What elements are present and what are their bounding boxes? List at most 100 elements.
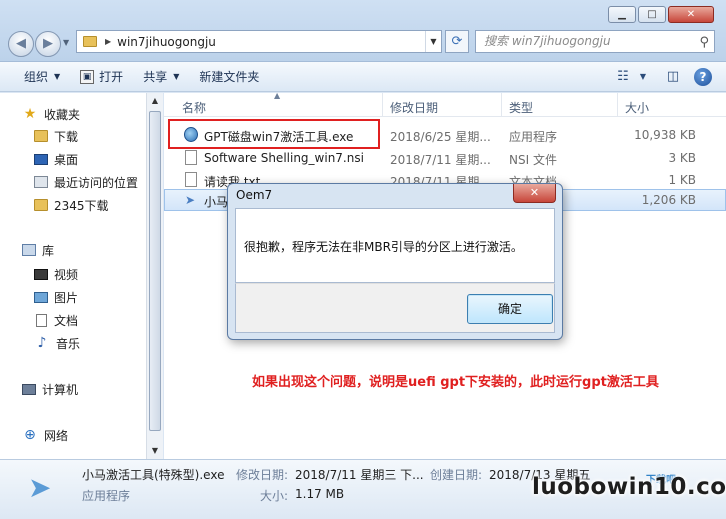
star-icon: ★ [23,106,37,122]
details-modified-value: 2018/7/11 星期三 下... [295,468,424,482]
address-bar[interactable]: ▶ win7jihuogongju ▼ [76,30,442,53]
chevron-down-icon: ▼ [173,71,180,81]
share-menu[interactable]: 共享 ▼ [133,65,189,89]
sort-ascending-icon: ▲ [274,91,281,100]
details-size-label: 大小: [260,489,289,503]
preview-pane-icon[interactable]: ◫ [660,65,686,89]
file-size: 3 KB [668,151,696,165]
scroll-up-icon[interactable]: ▲ [147,93,163,109]
details-modified-label: 修改日期: [236,468,289,482]
sidebar-item-label: 库 [42,243,55,258]
folder-icon [34,199,48,211]
desktop-icon [34,153,48,165]
view-options-icon[interactable]: ☷ [610,65,636,89]
folder-icon [83,36,97,47]
document-icon [36,313,47,327]
watermark-text: luobowin10.com [532,474,726,500]
sidebar-item-label: 计算机 [42,382,79,397]
music-icon: ♪ [37,335,47,351]
maximize-button[interactable]: □ [638,6,666,23]
recent-places-icon [34,176,48,188]
paper-plane-icon: ➤ [28,471,52,504]
scrollbar-thumb[interactable] [149,111,161,431]
sidebar-item-libraries[interactable]: 库 [22,240,54,260]
file-size: 1 KB [668,173,696,187]
close-button[interactable]: ✕ [668,6,714,23]
organize-label: 组织 [24,69,49,84]
file-name: Software Shelling_win7.nsi [204,151,364,165]
breadcrumb-path[interactable]: win7jihuogongju [117,35,216,49]
view-dropdown-icon[interactable]: ▼ [636,65,650,89]
sidebar-item-label: 图片 [54,290,79,305]
organize-menu[interactable]: 组织 ▼ [14,65,70,89]
column-header-date[interactable]: 修改日期 [390,99,438,116]
address-dropdown-icon[interactable]: ▼ [425,31,441,52]
scroll-down-icon[interactable]: ▼ [147,443,163,459]
sidebar-item-network[interactable]: ⊕ 网络 [22,425,68,445]
sidebar-item-label: 收藏夹 [44,107,81,122]
help-icon[interactable]: ? [694,68,712,86]
dialog-title: Oem7 [236,188,273,202]
command-toolbar: 组织 ▼ ▣ 打开 共享 ▼ 新建文件夹 ☷ ▼ ◫ ? [0,62,726,92]
computer-icon [22,383,36,395]
picture-icon [34,291,48,303]
sidebar-item-documents[interactable]: 文档 [34,310,78,330]
column-header-name[interactable]: 名称 [182,99,206,116]
sidebar-scrollbar[interactable]: ▲ ▼ [146,93,163,459]
column-header-size[interactable]: 大小 [625,99,649,116]
details-size-value: 1.17 MB [295,487,345,501]
sidebar-item-favorites[interactable]: ★ 收藏夹 [22,104,80,124]
highlight-box [168,119,380,149]
new-folder-button[interactable]: 新建文件夹 [189,65,269,89]
sidebar-item-label: 网络 [44,428,69,443]
column-headers: 名称 ▲ 修改日期 类型 大小 [164,91,726,117]
chevron-down-icon: ▼ [54,71,61,81]
refresh-button[interactable]: ⟳ [445,30,469,53]
open-button[interactable]: ▣ 打开 [70,65,133,89]
file-type: 应用程序 [509,130,558,144]
sidebar-item-downloads[interactable]: 下载 [34,126,78,146]
file-size: 1,206 KB [641,193,696,207]
file-date: 2018/7/11 星期... [390,153,491,167]
folder-icon [34,130,48,142]
breadcrumb-arrow-icon[interactable]: ▶ [105,37,111,46]
sidebar-item-2345-downloads[interactable]: 2345下载 [34,195,109,215]
sidebar-item-label: 文档 [54,313,79,328]
search-icon[interactable]: ⚲ [699,32,709,53]
search-input[interactable]: 搜索 win7jihuogongju ⚲ [475,30,715,53]
details-kind: 应用程序 [82,489,131,503]
sidebar-item-pictures[interactable]: 图片 [34,287,78,307]
sidebar-item-recent[interactable]: 最近访问的位置 [34,172,138,192]
history-dropdown-icon[interactable]: ▼ [63,38,69,47]
minimize-button[interactable]: ▁ [608,6,636,23]
back-button[interactable]: ◀ [8,31,34,57]
table-row[interactable]: Software Shelling_win7.nsi 2018/7/11 星期.… [164,147,726,169]
annotation-text: 如果出现这个问题，说明是uefi gpt下安装的，此时运行gpt激活工具 [252,375,659,390]
column-header-type[interactable]: 类型 [509,99,533,116]
text-file-icon [185,172,197,187]
dialog-close-button[interactable]: ✕ [513,184,556,203]
error-dialog: Oem7 ✕ 很抱歉，程序无法在非MBR引导的分区上进行激活。 确定 [227,183,563,340]
column-divider[interactable] [382,93,383,117]
column-divider[interactable] [501,93,502,117]
dialog-message: 很抱歉，程序无法在非MBR引导的分区上进行激活。 [244,240,523,254]
toolbar-right: ☷ ▼ ◫ ? [610,65,726,89]
forward-button[interactable]: ▶ [35,31,61,57]
library-icon [22,244,36,256]
file-icon [185,150,197,165]
window-controls: ▁ □ ✕ [608,6,714,23]
ok-button[interactable]: 确定 [467,294,553,324]
column-divider[interactable] [617,93,618,117]
open-icon: ▣ [80,69,95,84]
sidebar-item-label: 视频 [54,267,79,282]
file-date: 2018/6/25 星期... [390,130,491,144]
sidebar-item-music[interactable]: ♪ 音乐 [34,333,80,353]
sidebar-item-label: 音乐 [56,336,81,351]
sidebar-item-desktop[interactable]: 桌面 [34,149,78,169]
file-size: 10,938 KB [634,128,696,142]
file-name: 小马 [204,195,229,209]
sidebar-item-computer[interactable]: 计算机 [22,379,78,399]
sidebar-item-label: 下载 [54,129,79,144]
sidebar-item-videos[interactable]: 视频 [34,264,78,284]
details-created-label: 创建日期: [430,468,483,482]
